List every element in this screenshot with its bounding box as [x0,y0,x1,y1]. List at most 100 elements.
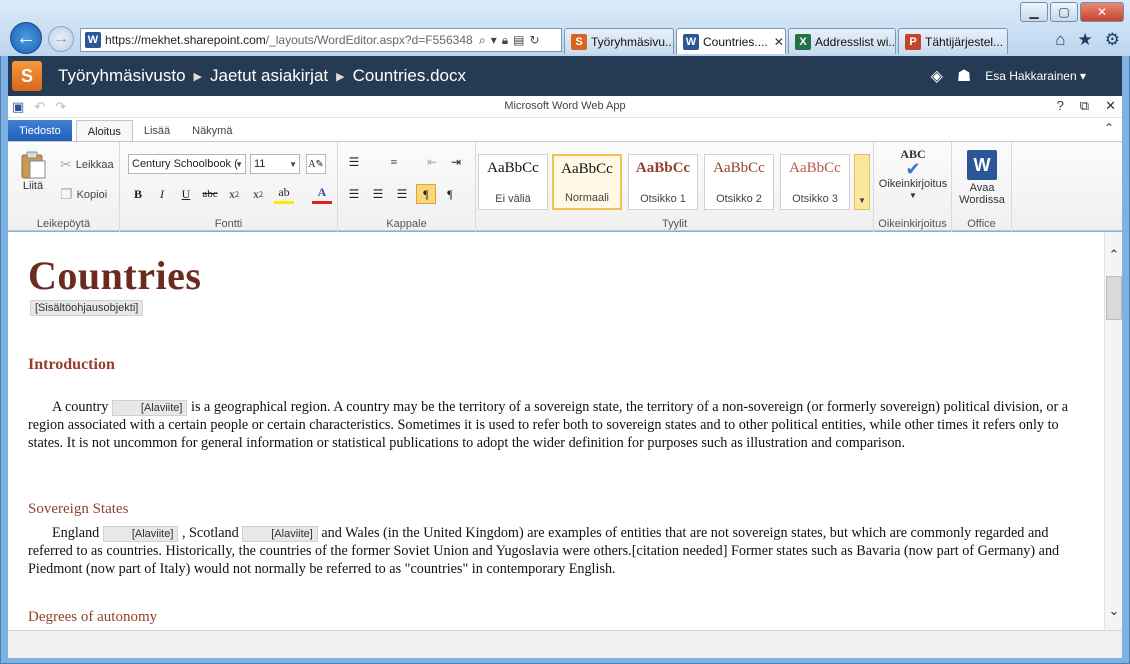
content-control[interactable]: [Sisältöohjausobjekti] [30,300,144,316]
style-no-spacing[interactable]: AaBbCc Ei väliä [478,154,548,210]
scroll-down-icon[interactable]: ⌄ [1105,602,1123,620]
tab-home[interactable]: Aloitus [75,120,133,142]
refresh-icon[interactable]: ↻ [530,33,540,48]
browser-right-tools: ⌂ ★ ⚙ [1055,30,1120,50]
style-sample: AaBbCc [487,160,539,176]
lock-icon[interactable]: 🔒︎ [502,33,508,48]
search-icon[interactable]: ⌕ [479,33,486,48]
font-color-icon[interactable]: A [312,184,332,204]
breadcrumb-separator-icon: ▶ [336,70,345,83]
copy-button[interactable]: ❐ Kopioi [60,186,107,203]
heading-introduction[interactable]: Introduction [28,356,115,374]
breadcrumb: Työryhmäsivusto ▶ Jaetut asiakirjat ▶ Co… [58,66,466,86]
tag-icon[interactable]: ◈ [931,66,943,86]
clear-formatting-icon[interactable]: A✎ [306,154,326,174]
help-icon[interactable]: ? [1057,98,1064,114]
chevron-down-icon[interactable]: ▼ [235,160,243,169]
compat-view-icon[interactable]: ▤ [513,33,524,48]
breadcrumb-library[interactable]: Jaetut asiakirjat [210,66,328,86]
user-menu[interactable]: Esa Hakkarainen ▾ [985,69,1086,83]
superscript-button[interactable]: x2 [248,184,268,204]
decrease-indent-icon[interactable]: ⇤ [422,152,442,172]
style-sample: AaBbCc [561,161,613,177]
document-title[interactable]: Countries [28,252,201,299]
document-canvas[interactable]: Countries [Sisältöohjausobjekti] Introdu… [8,232,1104,630]
gear-icon[interactable]: ⚙ [1105,30,1120,50]
align-left-icon[interactable]: ☰ [344,184,364,204]
tab-view[interactable]: Näkymä [181,120,243,142]
font-size-combo[interactable]: 11 ▼ [250,154,300,174]
close-window-button[interactable]: ✕ [1080,2,1124,22]
style-normal[interactable]: AaBbCc Normaali [552,154,622,210]
home-icon[interactable]: ⌂ [1055,30,1065,50]
address-bar[interactable]: W https://mekhet.sharepoint.com/_layouts… [80,28,562,52]
tab-insert[interactable]: Lisää [133,120,181,142]
align-center-icon[interactable]: ☰ [368,184,388,204]
spelling-button[interactable]: ABC ✔ Oikeinkirjoitus ▼ [878,148,948,202]
style-name: Otsikko 3 [792,193,838,205]
footnote-control[interactable]: [Alaviite] [102,526,179,542]
breadcrumb-site[interactable]: Työryhmäsivusto [58,66,186,86]
tab-sharepoint[interactable]: S Työryhmäsivu... [564,28,674,54]
underline-button[interactable]: U [176,184,196,204]
paragraph-sovereign-states[interactable]: England [Alaviite] , Scotland [Alaviite]… [28,524,1094,578]
scroll-thumb[interactable] [1106,276,1122,320]
style-heading-3[interactable]: AaBbCc Otsikko 3 [780,154,850,210]
align-right-icon[interactable]: ☰ [392,184,412,204]
minimize-button[interactable]: ▁ [1020,2,1048,22]
styles-more-button[interactable]: ▼ [854,154,870,210]
footnote-control[interactable]: [Alaviite] [242,526,318,542]
bold-button[interactable]: B [128,184,148,204]
increase-indent-icon[interactable]: ⇥ [446,152,466,172]
people-icon[interactable]: ☗ [957,66,971,86]
font-name-combo[interactable]: Century Schoolbook ( ▼ [128,154,246,174]
ribbon-tabs: Tiedosto Aloitus Lisää Näkymä ⌃ [8,118,1122,142]
ltr-text-icon[interactable]: ¶ [416,184,436,204]
heading-sovereign-states[interactable]: Sovereign States [28,501,128,518]
close-app-icon[interactable]: ✕ [1105,98,1116,114]
popout-icon[interactable]: ⧉ [1080,98,1089,114]
open-in-word-button[interactable]: W Avaa Wordissa [958,150,1006,206]
favorites-star-icon[interactable]: ★ [1078,30,1093,50]
style-name: Otsikko 2 [716,193,762,205]
url-text[interactable]: https://mekhet.sharepoint.com/_layouts/W… [105,33,475,47]
back-button[interactable]: ← [10,22,42,54]
close-tab-icon[interactable]: ✕ [774,35,784,49]
style-name: Normaali [564,192,609,204]
tab-addresslist[interactable]: X Addresslist wi... [788,28,896,54]
style-sample: AaBbCc [635,160,691,176]
collapse-ribbon-icon[interactable]: ⌃ [1104,121,1114,135]
paste-button[interactable]: Liitä [16,150,50,192]
highlight-icon[interactable]: ab [274,184,294,204]
copy-label: Kopioi [76,188,108,201]
clipboard-icon [21,151,46,179]
italic-button[interactable]: I [152,184,172,204]
vertical-scrollbar[interactable]: ⌃ ⌄ [1104,232,1122,630]
maximize-button[interactable]: ▢ [1050,2,1078,22]
heading-degrees-of-autonomy[interactable]: Degrees of autonomy [28,609,157,626]
tab-powerpoint[interactable]: P Tähtijärjestel... [898,28,1008,54]
chevron-down-icon[interactable]: ▾ [491,33,497,48]
subscript-button[interactable]: x2 [224,184,244,204]
group-label: Leikepöytä [36,218,91,230]
style-name: Ei väliä [495,193,531,205]
sharepoint-bar: S Työryhmäsivusto ▶ Jaetut asiakirjat ▶ … [8,56,1122,96]
excel-icon: X [795,33,811,50]
numbering-icon[interactable]: ≡ [384,152,404,172]
scroll-up-icon[interactable]: ⌃ [1105,246,1123,264]
cut-button[interactable]: ✂ Leikkaa [60,156,114,173]
bullets-icon[interactable]: ☰ [344,152,364,172]
strikethrough-button[interactable]: abc [200,184,220,204]
group-font: Century Schoolbook ( ▼ 11 ▼ A✎ B I U abc… [120,142,338,232]
chevron-down-icon[interactable]: ▼ [289,160,297,169]
tab-countries[interactable]: W Countries.... ✕ [676,28,786,54]
rtl-text-icon[interactable]: ¶ [440,184,460,204]
tab-file[interactable]: Tiedosto [8,120,72,142]
style-heading-1[interactable]: AaBbCc Otsikko 1 [628,154,698,210]
style-heading-2[interactable]: AaBbCc Otsikko 2 [704,154,774,210]
paragraph-introduction[interactable]: A country [Alaviite] is a geographical r… [28,398,1094,452]
forward-button[interactable]: → [48,26,74,52]
cut-label: Leikkaa [75,158,114,171]
sharepoint-logo-icon[interactable]: S [12,61,42,91]
footnote-control[interactable]: [Alaviite] [111,400,188,416]
